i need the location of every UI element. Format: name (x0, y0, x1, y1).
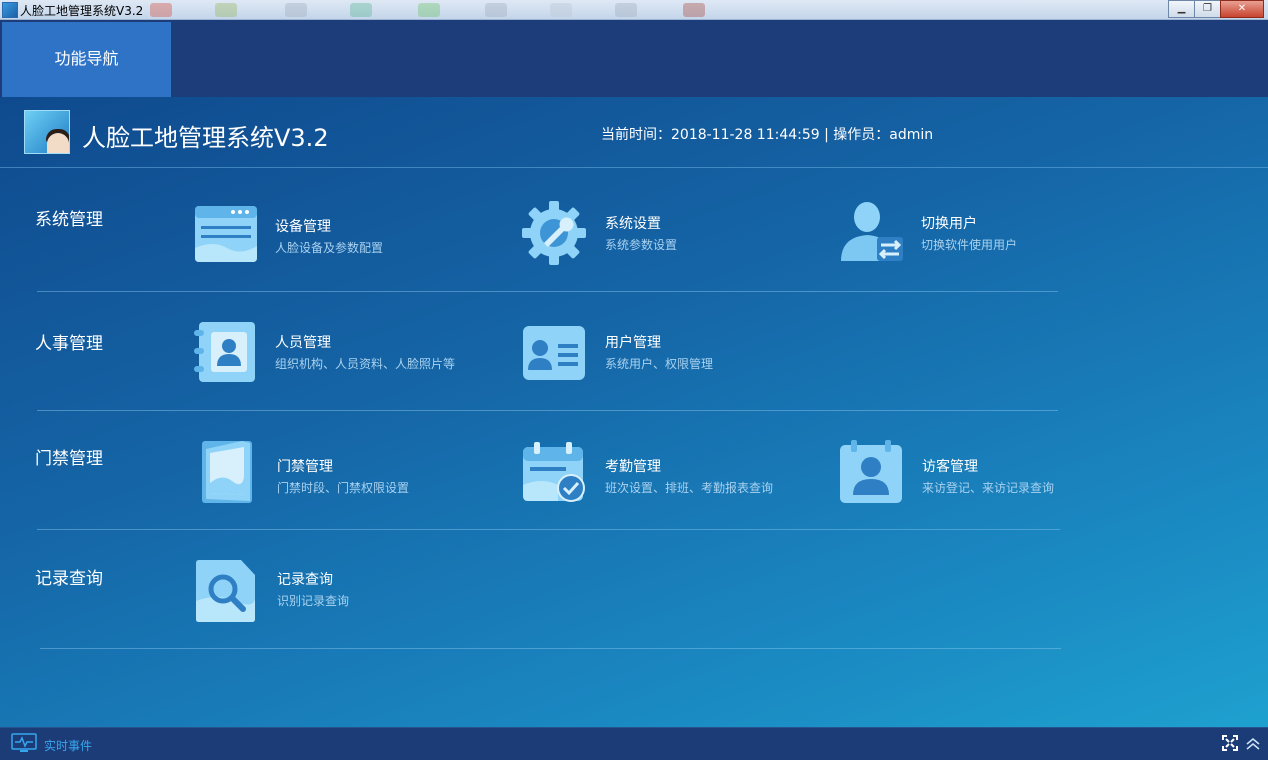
taskbar-ghost-icon (215, 3, 237, 17)
section-divider (37, 291, 1058, 292)
card-title: 系统设置 (605, 216, 661, 232)
logo-face (47, 133, 69, 153)
card-title: 访客管理 (922, 459, 978, 475)
section-title-access: 门禁管理 (35, 449, 103, 469)
card-desc: 人脸设备及参数配置 (275, 241, 384, 255)
device-icon (195, 206, 257, 262)
section-title-system: 系统管理 (35, 210, 103, 230)
card-desc: 系统用户、权限管理 (605, 357, 714, 371)
contact-book-icon (194, 322, 255, 382)
tab-function-nav[interactable]: 功能导航 (2, 22, 171, 97)
taskbar-ghost-icon (150, 3, 172, 17)
status-bar: 实时事件 (0, 727, 1268, 760)
taskbar-ghost-icon (350, 3, 372, 17)
chevron-up-icon[interactable] (1245, 735, 1261, 751)
card-desc: 门禁时段、门禁权限设置 (277, 481, 410, 495)
card-title: 设备管理 (275, 219, 331, 235)
card-title: 人员管理 (275, 335, 331, 351)
id-card-icon (523, 326, 585, 380)
gear-wrench-icon (522, 201, 586, 265)
minimize-icon[interactable]: ▁ (1168, 0, 1195, 18)
taskbar-ghost-icon (485, 3, 507, 17)
section-title-records: 记录查询 (35, 569, 103, 589)
taskbar-ghost-icon (285, 3, 307, 17)
app-logo (24, 110, 70, 154)
monitor-pulse-icon[interactable] (11, 733, 37, 753)
time-operator-status: 当前时间：2018-11-28 11:44:59 | 操作员：admin (601, 127, 934, 143)
card-staff-management[interactable]: 人员管理 组织机构、人员资料、人脸照片等 (193, 320, 493, 390)
card-device-management[interactable]: 设备管理 人脸设备及参数配置 (193, 204, 453, 274)
door-icon (202, 441, 252, 503)
window-controls: ▁ ❐ ✕ (1168, 0, 1264, 18)
window-titlebar: 人脸工地管理系统V3.2 ▁ ❐ ✕ (0, 0, 1268, 20)
taskbar-ghost-icon (683, 3, 705, 17)
card-desc: 来访登记、来访记录查询 (922, 481, 1055, 495)
search-doc-icon (196, 560, 255, 622)
section-divider (37, 529, 1060, 530)
realtime-events-link[interactable]: 实时事件 (44, 737, 92, 754)
card-title: 门禁管理 (277, 459, 333, 475)
visitor-icon (840, 440, 902, 503)
app-title: 人脸工地管理系统V3.2 (82, 124, 329, 152)
card-desc: 识别记录查询 (277, 594, 350, 608)
calendar-check-icon (523, 442, 585, 502)
card-title: 考勤管理 (605, 459, 661, 475)
card-title: 切换用户 (921, 216, 977, 232)
card-visitor-management[interactable]: 访客管理 来访登记、来访记录查询 (839, 439, 1079, 509)
taskbar-ghost-icon (615, 3, 637, 17)
app-header: 人脸工地管理系统V3.2 当前时间：2018-11-28 11:44:59 | … (0, 97, 1268, 168)
card-desc: 系统参数设置 (605, 238, 678, 252)
card-desc: 组织机构、人员资料、人脸照片等 (275, 357, 456, 371)
card-title: 记录查询 (277, 572, 333, 588)
switch-user-icon (841, 202, 903, 261)
fullscreen-icon[interactable] (1222, 735, 1238, 751)
card-access-management[interactable]: 门禁管理 门禁时段、门禁权限设置 (198, 439, 458, 509)
section-title-personnel: 人事管理 (35, 334, 103, 354)
card-attendance-management[interactable]: 考勤管理 班次设置、排班、考勤报表查询 (522, 441, 802, 511)
main-panel: 人脸工地管理系统V3.2 当前时间：2018-11-28 11:44:59 | … (0, 97, 1268, 727)
card-title: 用户管理 (605, 335, 661, 351)
card-desc: 班次设置、排班、考勤报表查询 (605, 481, 774, 495)
card-user-management[interactable]: 用户管理 系统用户、权限管理 (522, 324, 762, 394)
section-divider (40, 648, 1061, 649)
window-title: 人脸工地管理系统V3.2 (20, 4, 144, 18)
card-record-query[interactable]: 记录查询 识别记录查询 (195, 559, 435, 629)
restore-icon[interactable]: ❐ (1194, 0, 1221, 18)
app-icon (2, 2, 18, 18)
close-icon[interactable]: ✕ (1220, 0, 1264, 18)
card-desc: 切换软件使用用户 (921, 238, 1018, 252)
nav-bar: 功能导航 (0, 20, 1268, 97)
section-divider (37, 410, 1058, 411)
taskbar-ghost-icon (550, 3, 572, 17)
card-switch-user[interactable]: 切换用户 切换软件使用用户 (839, 201, 1079, 271)
taskbar-ghost-icon (418, 3, 440, 17)
card-system-settings[interactable]: 系统设置 系统参数设置 (522, 201, 762, 271)
